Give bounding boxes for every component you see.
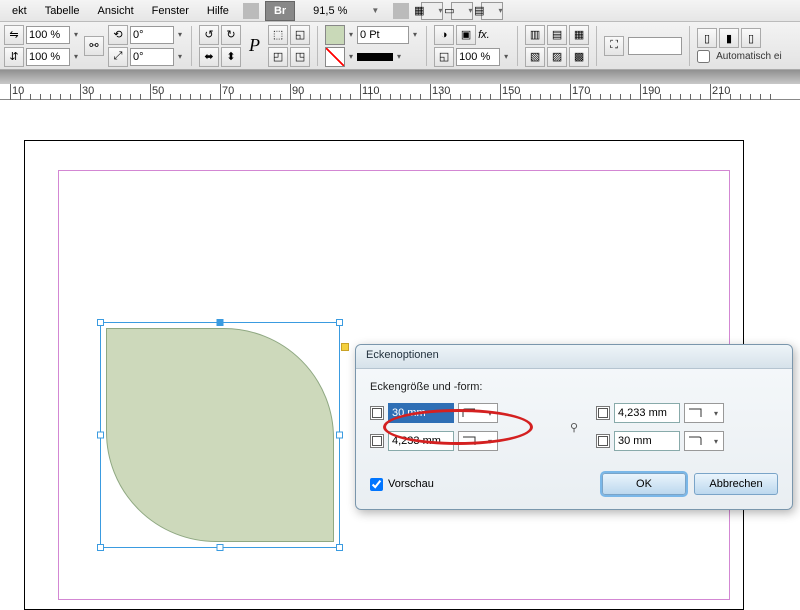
handle-bm[interactable]	[217, 544, 224, 551]
align-r-icon[interactable]: ▯	[741, 28, 761, 48]
control-bar: ⇋100 %▾ ⇵100 %▾ ⚯ ⟲0°▾ ⤢0°▾ ↺↻ ⬌⬍ P ⬚◱ ◰…	[0, 22, 800, 70]
screen-mode-icon[interactable]: ▭▾	[451, 2, 473, 20]
handle-mr[interactable]	[336, 432, 343, 439]
document-canvas[interactable]: Eckenoptionen Eckengröße und -form: 30 m…	[0, 100, 800, 600]
fill-swatch[interactable]	[325, 25, 345, 45]
corner-bl-shape-dropdown[interactable]: ▾	[458, 431, 498, 451]
angle-2-input[interactable]: 0°	[130, 48, 174, 66]
corner-options-dialog: Eckenoptionen Eckengröße und -form: 30 m…	[355, 344, 793, 510]
separator	[393, 3, 409, 19]
chevron-down-icon[interactable]: ▼	[363, 3, 387, 18]
opacity-2-input[interactable]: 100 %	[26, 48, 70, 66]
tab-band	[0, 70, 800, 84]
corner-tr-shape-dropdown[interactable]: ▾	[684, 403, 724, 423]
rotate-icon[interactable]: ⟲	[108, 25, 128, 45]
handle-bl[interactable]	[97, 544, 104, 551]
dialog-title: Eckenoptionen	[356, 345, 792, 369]
zoom-level[interactable]: 91,5 %	[305, 2, 355, 20]
wrap-5-icon[interactable]: ▨	[547, 47, 567, 67]
flip-horizontal-icon[interactable]: ⬌	[199, 47, 219, 67]
corner-tl-icon[interactable]	[370, 406, 384, 420]
corner-bl-size-input[interactable]: 4,233 mm	[388, 431, 454, 451]
angle-1-input[interactable]: 0°	[130, 26, 174, 44]
menu-table[interactable]: Tabelle	[37, 2, 88, 20]
opacity-1-input[interactable]: 100 %	[26, 26, 70, 44]
preview-checkbox-input[interactable]	[370, 478, 383, 491]
handle-tm[interactable]	[217, 319, 224, 326]
menu-help[interactable]: Hilfe	[199, 2, 237, 20]
no-fill-icon[interactable]	[325, 47, 345, 67]
menu-object[interactable]: ekt	[4, 2, 35, 20]
link-corners-icon[interactable]: ⚲	[566, 409, 582, 445]
scale-input[interactable]: 100 %	[456, 48, 500, 66]
chain-icon[interactable]: ⚯	[84, 36, 104, 56]
wrap-4-icon[interactable]: ▧	[525, 47, 545, 67]
corner-options-icon[interactable]: ◱	[434, 47, 454, 67]
drop-shadow-icon[interactable]: ▣	[456, 25, 476, 45]
flip-vertical-icon[interactable]: ⬍	[221, 47, 241, 67]
preview-checkbox[interactable]: Vorschau	[370, 478, 434, 491]
paragraph-style-icon[interactable]: P	[249, 35, 260, 56]
corner-tr-size-input[interactable]: 4,233 mm	[614, 403, 680, 423]
handle-tr[interactable]	[336, 319, 343, 326]
chevron-down-icon[interactable]: ▾	[72, 30, 80, 39]
wrap-2-icon[interactable]: ▤	[547, 25, 567, 45]
stroke-weight-input[interactable]: 0 Pt	[357, 26, 409, 44]
corner-br-size-input[interactable]: 30 mm	[614, 431, 680, 451]
selection-bounds[interactable]	[100, 322, 340, 548]
horizontal-ruler: 1030507090110130150170190210	[0, 84, 800, 100]
fit-input[interactable]	[628, 37, 682, 55]
view-options-icon[interactable]: ▦▾	[421, 2, 443, 20]
rotate-cw-icon[interactable]: ↻	[221, 25, 241, 45]
handle-tl[interactable]	[97, 319, 104, 326]
frame-fitting-icon[interactable]: ⛶	[604, 36, 624, 56]
wrap-3-icon[interactable]: ▦	[569, 25, 589, 45]
corner-tl-size-input[interactable]: 30 mm	[388, 403, 454, 423]
select-next-icon[interactable]: ◳	[290, 47, 310, 67]
align-l-icon[interactable]: ▯	[697, 28, 717, 48]
group-label: Eckengröße und -form:	[370, 381, 778, 393]
align-c-icon[interactable]: ▮	[719, 28, 739, 48]
select-prev-icon[interactable]: ◰	[268, 47, 288, 67]
corner-bl-icon[interactable]	[370, 434, 384, 448]
arrange-icon[interactable]: ▤▾	[481, 2, 503, 20]
cancel-button[interactable]: Abbrechen	[694, 473, 778, 495]
live-corner-handle[interactable]	[341, 343, 349, 351]
wrap-1-icon[interactable]: ▥	[525, 25, 545, 45]
ok-button[interactable]: OK	[602, 473, 686, 495]
shear-icon[interactable]: ⤢	[108, 47, 128, 67]
menu-bar: ekt Tabelle Ansicht Fenster Hilfe Br 91,…	[0, 0, 800, 22]
rotate-ccw-icon[interactable]: ↺	[199, 25, 219, 45]
corner-tl-shape-dropdown[interactable]: ▾	[458, 403, 498, 423]
auto-fit-label: Automatisch ei	[716, 51, 782, 62]
menu-window[interactable]: Fenster	[144, 2, 197, 20]
auto-fit-checkbox[interactable]	[697, 50, 710, 63]
effects-icon[interactable]: ◑	[434, 25, 454, 45]
corner-tr-icon[interactable]	[596, 406, 610, 420]
menu-view[interactable]: Ansicht	[90, 2, 142, 20]
corner-br-icon[interactable]	[596, 434, 610, 448]
handle-ml[interactable]	[97, 432, 104, 439]
select-container-icon[interactable]: ◱	[290, 25, 310, 45]
stroke-style[interactable]	[357, 53, 393, 61]
bridge-button[interactable]: Br	[265, 1, 295, 21]
chevron-down-icon[interactable]: ▾	[72, 52, 80, 61]
separator	[243, 3, 259, 19]
select-content-icon[interactable]: ⬚	[268, 25, 288, 45]
corner-br-shape-dropdown[interactable]: ▾	[684, 431, 724, 451]
preview-label: Vorschau	[388, 478, 434, 490]
handle-br[interactable]	[336, 544, 343, 551]
wrap-6-icon[interactable]: ▩	[569, 47, 589, 67]
flip-h-icon[interactable]: ⇋	[4, 25, 24, 45]
flip-v-icon[interactable]: ⇵	[4, 47, 24, 67]
